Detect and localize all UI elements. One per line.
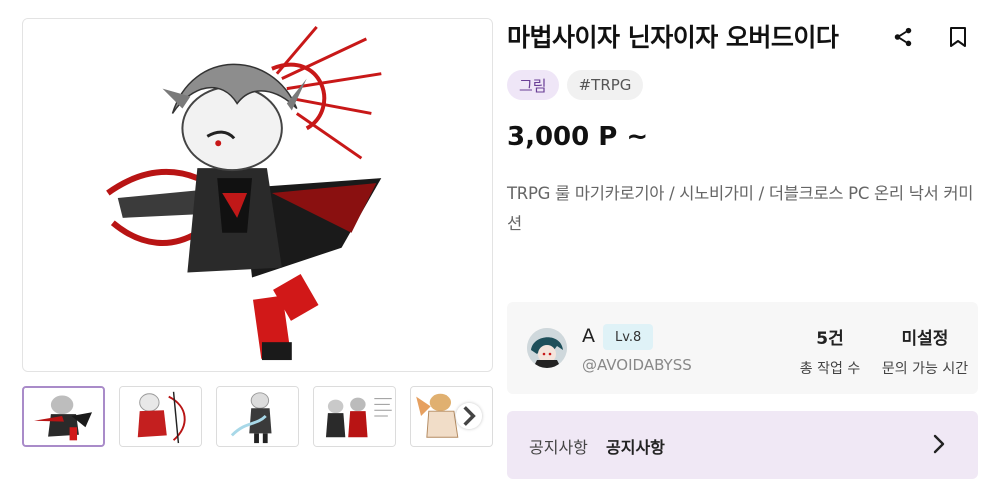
chevron-right-icon	[933, 434, 945, 454]
stat-inquiry-time-label: 문의 가능 시간	[881, 361, 969, 377]
tag-list: 그림 #TRPG	[507, 70, 644, 100]
thumbnail-4[interactable]	[313, 386, 396, 447]
thumbnail-2[interactable]	[119, 386, 202, 447]
thumbnail-image	[217, 387, 298, 446]
avatar[interactable]	[527, 328, 567, 368]
stat-inquiry-time: 미설정 문의 가능 시간	[881, 324, 969, 378]
stat-total-works: 5건 총 작업 수	[797, 324, 863, 378]
product-price: 3,000 P ~	[507, 122, 649, 152]
product-title: 마법사이자 닌자이자 오버드이다	[507, 23, 839, 52]
notice-label: 공지사항	[529, 438, 588, 457]
stat-total-works-label: 총 작업 수	[799, 361, 861, 377]
stat-inquiry-time-value: 미설정	[901, 329, 949, 349]
share-button[interactable]	[890, 24, 916, 50]
product-description: TRPG 룰 마기카로기아 / 시노비가미 / 더블크로스 PC 온리 낙서 커…	[507, 184, 974, 233]
category-tag[interactable]: 그림	[507, 70, 559, 100]
thumbnail-5[interactable]	[410, 386, 493, 447]
bookmark-button[interactable]	[945, 24, 971, 50]
thumbnail-image	[314, 387, 395, 446]
seller-card[interactable]: A Lv.8 @AVOIDABYSS 5건 총 작업 수 미설정 문의 가능 시…	[507, 302, 978, 394]
thumbnail-image	[120, 387, 201, 446]
share-icon	[894, 27, 912, 47]
artwork-illustration	[23, 19, 492, 371]
thumbnail-next-button[interactable]	[456, 403, 482, 429]
thumbnail-1[interactable]	[22, 386, 105, 447]
thumbnail-image	[24, 388, 103, 445]
thumbnail-3[interactable]	[216, 386, 299, 447]
notice-banner[interactable]: 공지사항 공지사항	[507, 411, 978, 479]
main-artwork-image[interactable]	[22, 18, 493, 372]
avatar-image	[527, 328, 567, 368]
stat-total-works-value: 5건	[816, 329, 844, 349]
notice-text: 공지사항	[606, 438, 665, 457]
chevron-right-icon	[463, 406, 476, 426]
bookmark-icon	[950, 27, 966, 47]
level-badge: Lv.8	[603, 324, 654, 350]
seller-handle: @AVOIDABYSS	[582, 356, 692, 374]
hashtag-tag[interactable]: #TRPG	[566, 70, 644, 100]
seller-name[interactable]: A	[582, 325, 595, 347]
thumbnail-strip	[22, 386, 493, 447]
